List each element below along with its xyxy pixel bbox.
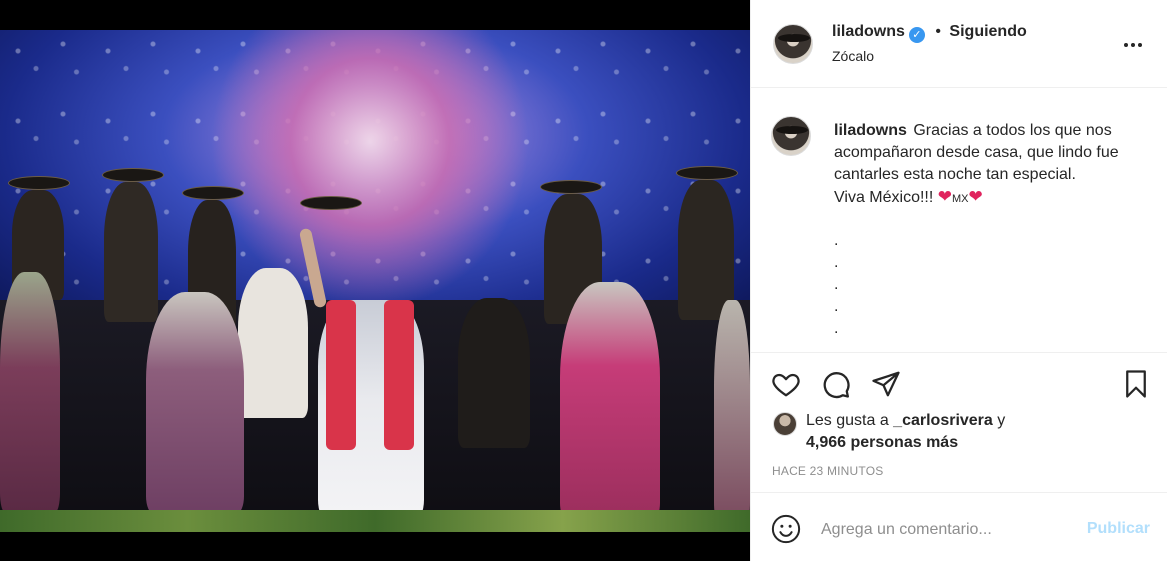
mariachi-hat [676,166,738,180]
mariachi-hat [540,180,602,194]
caption-author-avatar[interactable] [771,116,811,156]
post-timestamp[interactable]: HACE 23 MINUTOS [772,464,883,478]
woman-traditional-dress [146,292,244,514]
comment-bubble-icon[interactable] [821,369,851,399]
mariachi-musician [104,182,158,322]
mariachi-hat [8,176,70,190]
caption-line2: Viva México!!! [834,189,934,206]
red-heart-icon: ❤ [968,187,983,206]
mx-flag-text: MX [952,193,969,205]
likes-prefix: Les gusta a [806,412,894,429]
like-heart-icon[interactable] [771,369,801,399]
likes-count[interactable]: 4,966 personas más [806,434,958,451]
musician-white-shirt [238,268,308,418]
author-username[interactable]: liladowns [832,23,905,40]
woman-traditional-dress [0,272,60,512]
post-caption: liladowns Gracias a todos los que nos ac… [834,120,1134,210]
woman-traditional-dress [560,282,660,522]
separator-dot: • [935,23,941,40]
author-avatar[interactable] [773,24,813,64]
post-info-panel: liladowns ✓ • Siguiendo Zócalo liladowns … [750,0,1167,561]
stage-flowers [0,510,750,532]
post-photo[interactable] [0,0,750,561]
more-options-icon[interactable] [1124,36,1148,52]
likes-middle: y [992,412,1006,429]
caption-dot: . [834,298,839,315]
caption-dot: . [834,320,839,337]
singer-rebozo [326,300,356,450]
caption-dots: . . . . . [834,230,838,340]
woman-traditional-dress [714,300,750,520]
liker-avatar[interactable] [773,412,797,436]
comment-bar: Publicar [751,492,1167,561]
singer-rebozo [384,300,414,450]
caption-section: liladowns Gracias a todos los que nos ac… [751,88,1167,353]
caption-username[interactable]: liladowns [834,122,907,139]
caption-dot: . [834,232,839,249]
musician-black-suit [458,298,530,448]
author-row: liladowns ✓ • Siguiendo [832,23,1027,43]
emoji-smiley-icon[interactable] [771,514,801,544]
mariachi-hat [300,196,362,210]
post-header: liladowns ✓ • Siguiendo Zócalo [751,0,1167,88]
comment-input[interactable] [821,515,1071,545]
red-heart-icon: ❤ [937,187,952,206]
action-bar [751,353,1167,413]
caption-dot: . [834,276,839,293]
mariachi-hat [102,168,164,182]
share-direct-icon[interactable] [871,369,901,399]
screen-projected-figure [210,30,530,310]
liker-username[interactable]: _carlosrivera [893,412,993,429]
mariachi-musician [678,180,734,320]
save-bookmark-icon[interactable] [1121,369,1151,399]
mariachi-hat [182,186,244,200]
post-location[interactable]: Zócalo [832,48,874,64]
publish-button[interactable]: Publicar [1087,520,1150,538]
likes-text: Les gusta a _carlosrivera y 4,966 person… [806,410,1146,454]
following-button[interactable]: Siguiendo [949,23,1026,40]
verified-badge-icon: ✓ [908,27,925,43]
caption-dot: . [834,254,839,271]
